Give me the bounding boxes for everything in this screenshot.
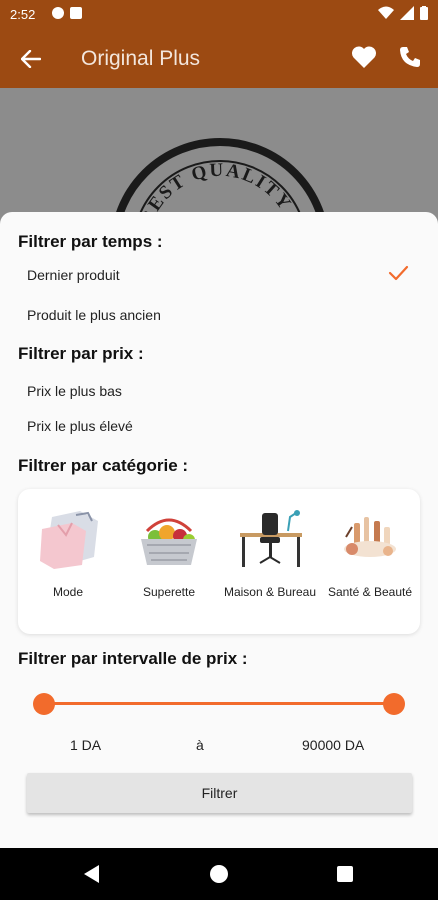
cosmetics-icon [334,507,406,571]
check-icon [388,265,409,281]
price-range-track[interactable] [44,702,394,705]
category-card: Mode Superette Maison & Bureau Santé & B… [18,489,420,634]
price-range-min-thumb[interactable] [33,693,55,715]
option-oldest-product[interactable]: Produit le plus ancien [27,307,161,323]
filter-range-title: Filtrer par intervalle de prix : [18,649,248,668]
filter-price-title: Filtrer par prix : [18,344,144,363]
grocery-basket-icon [133,507,205,571]
price-range-max-thumb[interactable] [383,693,405,715]
desk-chair-icon [234,507,306,571]
favorite-heart-icon[interactable] [351,45,379,73]
price-range-separator: à [196,737,204,753]
status-left-icons [52,7,82,19]
phone-call-icon[interactable] [398,45,426,73]
option-latest-product[interactable]: Dernier produit [27,267,120,283]
category-item-superette[interactable]: Superette [121,507,217,599]
category-label: Maison & Bureau [223,585,317,599]
wifi-icon [378,6,394,19]
price-max-label: 90000 DA [302,737,365,753]
app-bar: Original Plus [0,30,438,88]
system-nav-bar [0,848,438,900]
category-label: Superette [142,585,196,599]
category-item-sante-beaute[interactable]: Santé & Beauté [322,507,418,599]
price-min-label: 1 DA [70,737,102,753]
clothes-icon [32,507,104,571]
back-arrow-icon[interactable] [16,44,46,74]
filter-bottom-sheet: Filtrer par temps : Dernier produit Prod… [0,212,438,848]
data-saver-icon [52,7,64,19]
sd-card-icon [70,7,82,19]
status-time: 2:52 [10,7,36,22]
status-bar: 2:52 [0,0,438,30]
battery-icon [420,6,428,20]
option-highest-price[interactable]: Prix le plus élevé [27,418,133,434]
category-item-maison-bureau[interactable]: Maison & Bureau [222,507,318,599]
filter-time-title: Filtrer par temps : [18,232,163,251]
nav-home-icon[interactable] [210,865,228,883]
status-right-icons [378,6,428,20]
signal-icon [400,6,414,20]
page-title: Original Plus [81,47,201,70]
nav-recents-icon[interactable] [337,866,353,882]
filter-button[interactable]: Filtrer [27,773,412,813]
option-lowest-price[interactable]: Prix le plus bas [27,383,122,399]
nav-back-icon[interactable] [84,865,99,883]
category-item-mode[interactable]: Mode [20,507,116,599]
category-label: Santé & Beauté [327,585,413,599]
filter-category-title: Filtrer par catégorie : [18,456,189,475]
category-label: Mode [52,585,84,599]
